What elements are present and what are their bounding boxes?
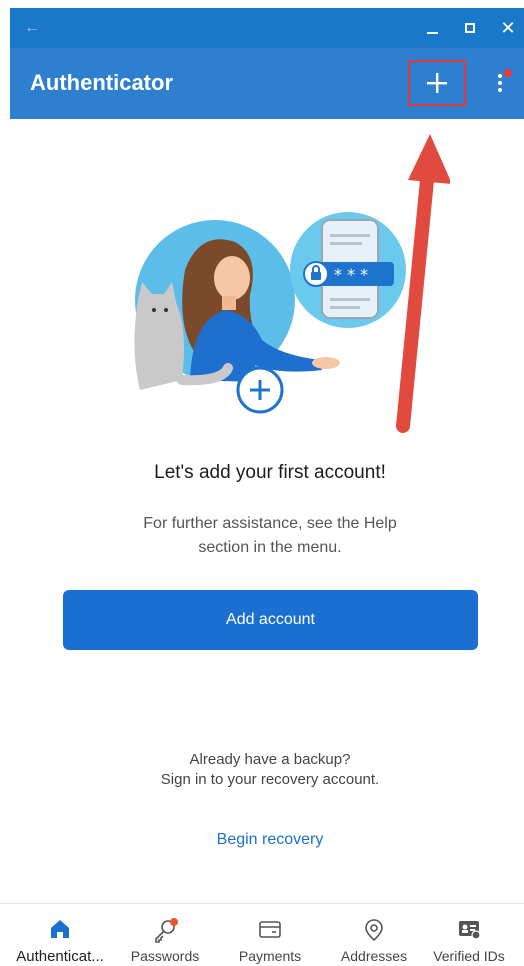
illustration-code: * * * <box>334 265 368 284</box>
window-titlebar: ← ✕ <box>10 8 524 48</box>
key-icon <box>155 918 178 943</box>
nav-label: Passwords <box>130 948 200 964</box>
app-bar: Authenticator <box>10 48 524 119</box>
backup-prompt: Already have a backup? Sign in to your r… <box>120 750 420 790</box>
help-text: For further assistance, see the Help sec… <box>143 515 397 556</box>
back-arrow-icon[interactable]: ← <box>24 19 42 37</box>
empty-state-heading: Let's add your first account! <box>154 462 386 483</box>
maximize-button[interactable] <box>456 14 484 42</box>
nav-label: Authenticat... <box>16 948 104 965</box>
nav-item-payments[interactable]: Payments <box>215 904 325 966</box>
welcome-illustration: * * * <box>134 212 406 414</box>
id-card-icon <box>459 921 481 940</box>
begin-recovery-link[interactable]: Begin recovery <box>170 831 370 849</box>
nav-item-verified-ids[interactable]: Verified IDs <box>414 904 524 966</box>
notification-badge <box>504 69 512 77</box>
more-dot <box>498 81 502 85</box>
minimize-icon <box>426 32 438 34</box>
add-account-primary-button[interactable]: Add account <box>63 590 478 650</box>
more-options-button[interactable] <box>486 66 516 102</box>
nav-item-authenticator[interactable]: Authenticat... <box>5 904 115 966</box>
bottom-navigation: Authenticat... Passwords Payments Addres… <box>0 903 524 966</box>
backup-line-2: Sign in to your recovery account. <box>160 771 380 788</box>
close-icon: ✕ <box>500 18 516 38</box>
passwords-badge <box>170 918 178 926</box>
card-icon <box>259 921 281 938</box>
nav-label: Addresses <box>340 948 408 964</box>
nav-label: Verified IDs <box>433 948 505 964</box>
close-button[interactable]: ✕ <box>494 14 522 42</box>
maximize-icon <box>465 23 475 33</box>
minimize-button[interactable] <box>418 14 446 42</box>
more-dot <box>498 88 502 92</box>
location-icon <box>365 919 383 942</box>
nav-item-passwords[interactable]: Passwords <box>110 904 220 966</box>
nav-item-addresses[interactable]: Addresses <box>319 904 429 966</box>
backup-line-1: Already have a backup? <box>189 751 351 768</box>
nav-label: Payments <box>238 948 302 964</box>
more-vertical-icon <box>498 74 502 78</box>
home-icon <box>51 920 69 938</box>
app-title: Authenticator <box>30 70 173 95</box>
annotation-highlight-box <box>408 60 466 106</box>
